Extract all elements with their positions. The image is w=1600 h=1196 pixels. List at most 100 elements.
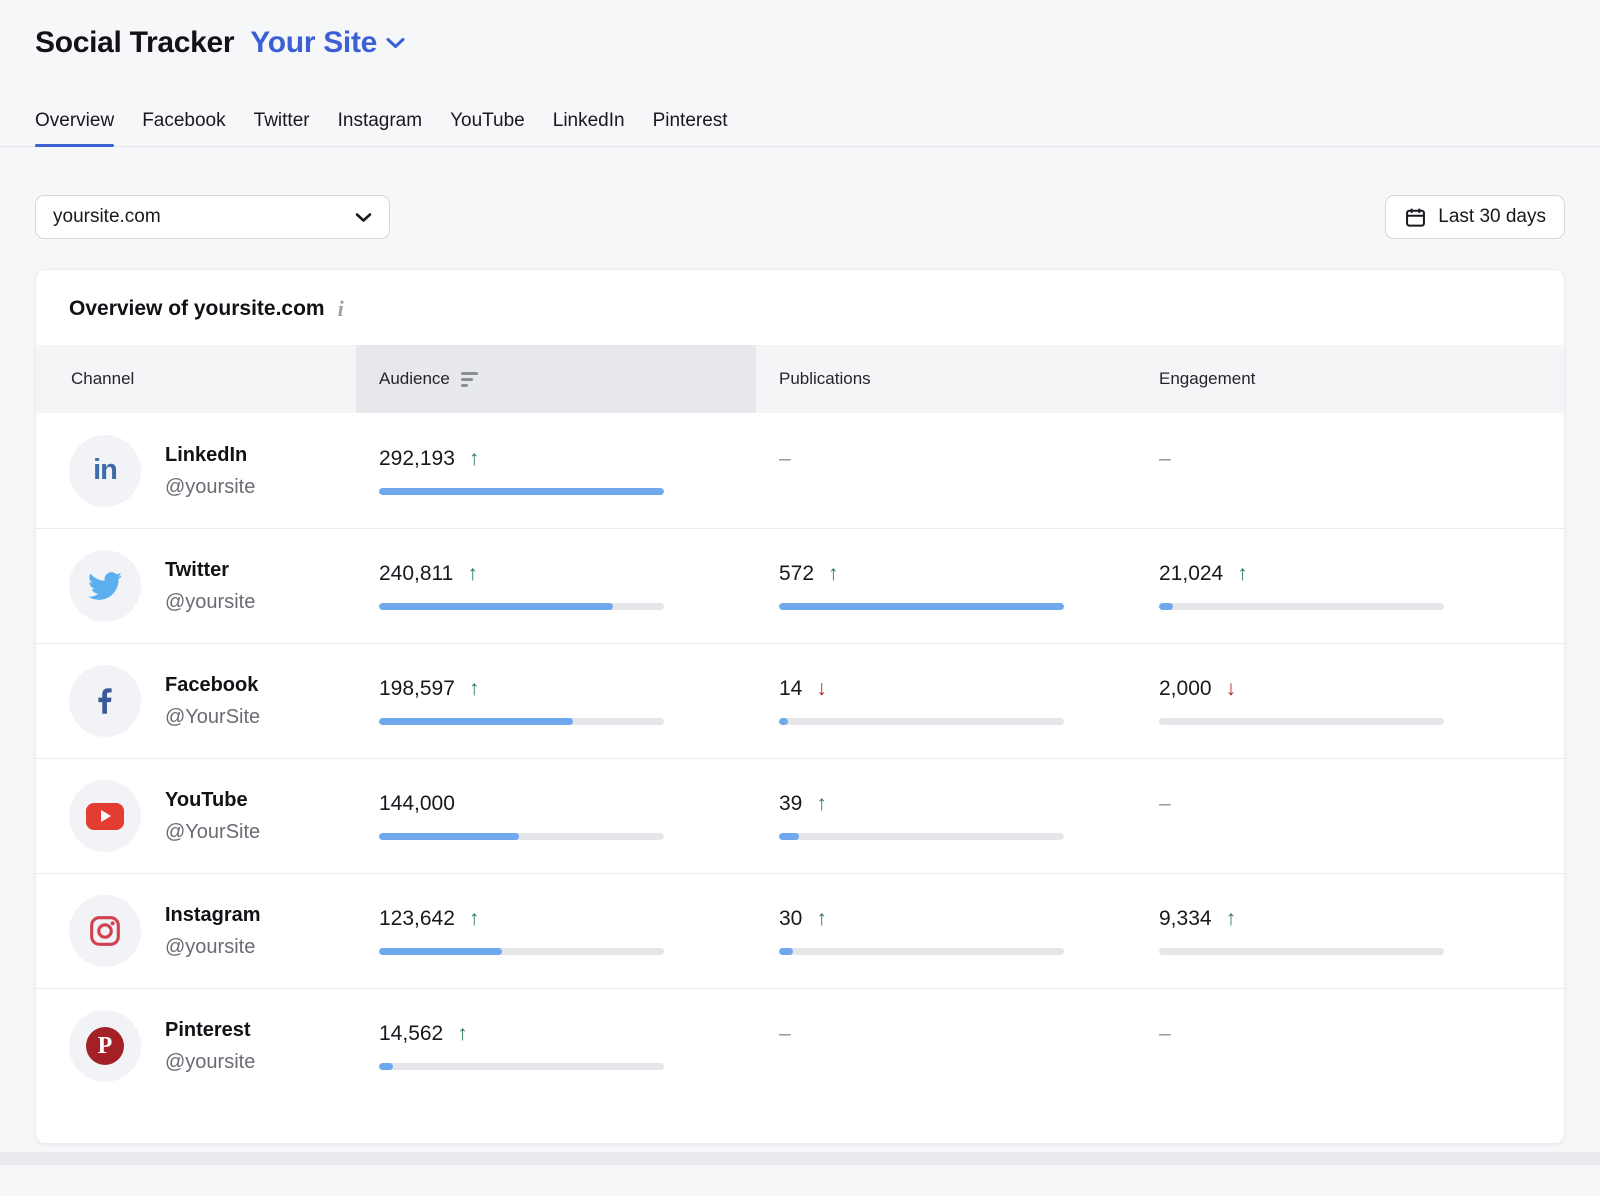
publications-empty-value: – [779,1022,791,1046]
publications-progress-fill [779,948,793,955]
engagement-value: 9,334 [1159,907,1212,931]
sort-descending-icon [461,372,478,387]
column-header-publications[interactable]: Publications [756,345,1136,413]
tab-linkedin[interactable]: LinkedIn [553,110,625,146]
channel-cell: YouTube@YourSite [36,759,356,873]
date-range-button[interactable]: Last 30 days [1385,195,1565,239]
trend-up-icon: ↑ [1226,907,1237,931]
date-range-label: Last 30 days [1438,206,1546,228]
channel-handle: @YourSite [165,705,260,729]
instagram-icon [88,914,122,948]
engagement-value-line: 2,000↓ [1159,677,1564,701]
channel-handle: @YourSite [165,820,260,844]
youtube-icon [86,803,124,830]
avatar: P [69,1010,141,1082]
audience-value: 240,811 [379,562,453,586]
publications-cell: – [756,413,1136,528]
column-header-audience[interactable]: Audience [356,345,756,413]
trend-down-icon: ↓ [816,677,827,701]
publications-cell: 14 ↓ [756,644,1136,758]
table-row-pinterest: PPinterest@yoursite14,562↑–– [36,988,1564,1103]
audience-cell: 144,000 [356,759,756,873]
engagement-progress-bar [1159,603,1444,610]
channel-cell: Instagram@yoursite [36,874,356,988]
engagement-progress-bar [1159,948,1444,955]
tab-pinterest[interactable]: Pinterest [653,110,728,146]
site-selector-label: Your Site [250,26,377,60]
publications-value: 30 [779,907,802,931]
audience-value-line: 123,642↑ [379,907,756,931]
engagement-empty-value: – [1159,792,1171,816]
tab-youtube[interactable]: YouTube [450,110,525,146]
avatar: in [69,435,141,507]
column-header-channel: Channel [36,345,356,413]
engagement-progress-bar [1159,718,1444,725]
chevron-down-icon [386,37,405,49]
publications-value-line: 14 ↓ [779,677,1136,701]
publications-value-line: 572↑ [779,562,1136,586]
publications-progress-bar [779,948,1064,955]
table-row-linkedin: inLinkedIn@yoursite292,193↑–– [36,413,1564,528]
avatar [69,665,141,737]
audience-progress-fill [379,488,664,495]
channel-cell: Twitter @yoursite [36,529,356,643]
tab-facebook[interactable]: Facebook [142,110,225,146]
table-row-facebook: Facebook@YourSite198,597↑14↓2,000↓ [36,643,1564,758]
channel-info: Facebook @YourSite [165,673,260,729]
audience-progress-bar [379,603,664,610]
audience-progress-fill [379,833,519,840]
trend-up-icon: ↑ [828,562,839,586]
table-body: inLinkedIn@yoursite292,193↑––Twitter@you… [36,413,1564,1103]
card-header: Overview of yoursite.com i [36,270,1564,345]
channel-name: Facebook [165,673,260,697]
audience-value-line: 292,193↑ [379,447,756,471]
site-selector[interactable]: Your Site [250,26,405,60]
linkedin-icon: in [93,456,117,485]
column-header-engagement[interactable]: Engagement [1136,345,1564,413]
table-row-youtube: YouTube@YourSite 144,000 39 ↑ – [36,758,1564,873]
publications-cell: 572↑ [756,529,1136,643]
channel-name: Pinterest [165,1018,255,1042]
audience-progress-fill [379,603,613,610]
audience-progress-bar [379,833,664,840]
engagement-value-line: 9,334 ↑ [1159,907,1564,931]
info-icon[interactable]: i [338,298,344,320]
project-dropdown[interactable]: yoursite.com [35,195,390,239]
publications-value: 39 [779,792,802,816]
tab-overview[interactable]: Overview [35,110,114,146]
page-bottom-strip [0,1152,1600,1165]
engagement-value-line: – [1159,1022,1564,1046]
tab-instagram[interactable]: Instagram [338,110,422,146]
engagement-value: 21,024 [1159,562,1223,586]
publications-progress-fill [779,603,1064,610]
channel-cell: inLinkedIn@yoursite [36,413,356,528]
publications-progress-bar [779,603,1064,610]
engagement-cell: 21,024↑ [1136,529,1564,643]
publications-cell: 39 ↑ [756,759,1136,873]
publications-empty-value: – [779,447,791,471]
audience-value-line: 198,597↑ [379,677,756,701]
publications-progress-fill [779,718,788,725]
trend-up-icon: ↑ [816,907,827,931]
trend-down-icon: ↓ [1226,677,1237,701]
engagement-value-line: 21,024↑ [1159,562,1564,586]
engagement-cell: – [1136,989,1564,1103]
twitter-icon [88,569,122,603]
audience-value-line: 144,000 [379,792,756,816]
table-row-instagram: Instagram@yoursite 123,642↑ 30 ↑ 9,334 ↑ [36,873,1564,988]
audience-value: 144,000 [379,792,455,816]
channel-handle: @yoursite [165,590,255,614]
overview-card: Overview of yoursite.com i Channel Audie… [35,269,1565,1144]
audience-cell: 198,597↑ [356,644,756,758]
publications-value: 14 [779,677,802,701]
tab-twitter[interactable]: Twitter [254,110,310,146]
trend-up-icon: ↑ [816,792,827,816]
publications-progress-bar [779,718,1064,725]
publications-cell: 30 ↑ [756,874,1136,988]
audience-value-line: 14,562↑ [379,1022,756,1046]
trend-up-icon: ↑ [467,562,478,586]
avatar [69,550,141,622]
audience-progress-fill [379,718,573,725]
channel-name: Twitter [165,558,255,582]
table-header: Channel Audience Publications Engagement [36,345,1564,413]
